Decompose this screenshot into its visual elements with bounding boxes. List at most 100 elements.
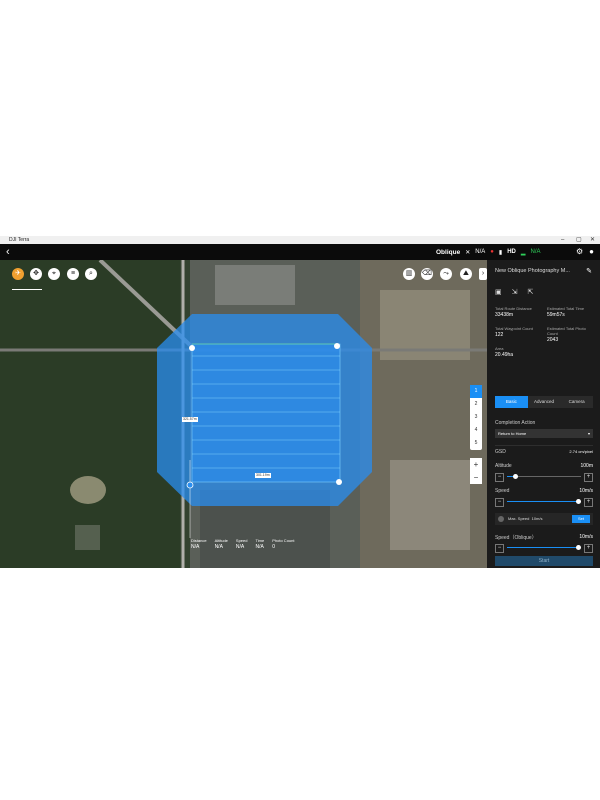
speed-label: Speed [495,488,510,494]
vertex-handle [189,345,195,351]
minimize-button[interactable]: – [561,236,564,244]
completion-action-label: Completion Action [495,420,536,426]
dimension-label-left: 321.57m [182,417,198,422]
view-option-1[interactable]: 1 [470,385,482,398]
battery-icon: ▮ [498,249,503,256]
slider-track[interactable] [507,474,581,479]
est-time-value: 59m57s [547,312,565,318]
altitude-decrease-button[interactable]: − [495,473,504,482]
window-title: DJI Terra [9,237,30,243]
photo-count-value: 2043 [547,337,559,343]
view-option-4[interactable]: 4 [470,424,482,437]
tab-basic[interactable]: Basic [495,396,528,408]
speed-increase-button[interactable]: + [584,498,593,507]
gps-value: N/A [475,249,486,255]
eraser-icon[interactable]: ⌫ [421,268,433,280]
altitude-value: 100m [580,463,593,469]
altitude-label: Altitude [495,463,512,469]
edit-icon[interactable]: ✎ [586,267,592,275]
set-button[interactable]: Set [572,515,590,523]
vertex-handle [336,479,342,485]
speed-oblique-slider[interactable]: − + [495,544,593,553]
stat-photo-count: Photo Count 0 [272,538,295,550]
gsd-row: GSD 2.74 cm/pixel [495,449,593,455]
zoom-out-button[interactable]: − [470,471,482,484]
search-icon[interactable]: ⌕ [85,268,97,280]
gsd-label: GSD [495,449,506,455]
compass-icon[interactable]: ✈ [12,268,24,280]
stat-speed: Speed N/A [235,538,248,550]
vertex-handle [186,481,194,489]
max-speed-toggle[interactable] [498,516,504,522]
trash-icon[interactable]: ▥ [403,268,415,280]
satellite-icon: ✕ [465,249,471,256]
slider-track[interactable] [507,545,582,550]
max-speed-label: Max. Speed [508,516,530,521]
max-speed-value: 10m/s [531,516,543,521]
view-option-3[interactable]: 3 [470,411,482,424]
map-view[interactable]: ✈ ✥ ⌖ ≡ ⌕ ▥ ⌫ ⤳ ⛰ › 321.57m 301.19m 1 2 … [0,260,487,568]
flight-stats: Distance N/A Altitude N/A Speed N/A Time N/A… [191,538,294,550]
altitude-increase-button[interactable]: + [584,473,593,482]
panel-actions: ▣ ⇲ ⇱ [495,288,533,296]
route-distance-label: Total Route Distance [495,306,532,311]
speed-slider[interactable]: − + [495,498,593,507]
photo-count-label: Estimated Total Photo Count [547,326,586,336]
slider-track[interactable] [507,499,582,504]
list-icon[interactable]: ≡ [67,268,79,280]
gear-icon[interactable]: ⚙ [576,247,583,256]
speed-oblique-label: Speed（Oblique） [495,535,537,541]
area-value: 20.49ha [495,352,514,358]
slider-knob[interactable] [513,474,519,479]
zoom-in-button[interactable]: + [470,458,482,471]
tab-advanced[interactable]: Advanced [528,396,561,408]
settings-tabs: Basic Advanced Camera [495,396,593,408]
save-icon[interactable]: ▣ [495,288,502,296]
est-time-label: Estimated Total Time [547,306,585,311]
maximize-button[interactable]: ▢ [576,236,582,244]
export-icon[interactable]: ⇱ [528,288,534,296]
move-icon[interactable]: ✥ [30,268,42,280]
tab-camera[interactable]: Camera [560,396,593,408]
view-option-2[interactable]: 2 [470,398,482,411]
altitude-row: Altitude 100m [495,463,593,469]
import-icon[interactable]: ⇲ [512,288,518,296]
speed-value: 10m/s [579,488,593,494]
stat-time: Time N/A [255,538,265,550]
map-canvas [0,260,487,568]
speed-decrease-button[interactable]: − [495,498,504,507]
start-button[interactable]: Start [495,556,593,566]
route-icon[interactable]: ⤳ [440,268,452,280]
speed-row: Speed 10m/s [495,488,593,494]
user-icon[interactable]: ● [589,247,594,256]
speed-oblique-decrease-button[interactable]: − [495,544,504,553]
speed-oblique-row: Speed（Oblique） 10m/s [495,534,593,541]
completion-action-value: Return to Home [498,431,527,436]
slider-knob[interactable] [576,545,582,550]
status-bar: Oblique ✕ N/A ● ▮ HD ▂ N/A [436,244,541,260]
close-button[interactable]: ✕ [590,236,595,244]
area-label: Area [495,346,504,351]
app-window: DJI Terra – ▢ ✕ ‹ Oblique ✕ N/A ● ▮ HD ▂… [0,236,600,568]
max-speed-row: Max. Speed 10m/s Set [495,513,593,525]
chevron-down-icon: ▾ [587,431,590,436]
view-option-5[interactable]: 5 [470,437,482,450]
zoom-control: + − [470,458,482,484]
back-button[interactable]: ‹ [6,246,10,258]
completion-action-select[interactable]: Return to Home ▾ [495,429,593,438]
stat-altitude: Altitude N/A [214,538,228,550]
gsd-value: 2.74 cm/pixel [569,449,593,454]
altitude-slider[interactable]: − + [495,473,593,482]
view-selector: 1 2 3 4 5 [470,385,482,450]
signal-value: N/A [530,249,541,255]
pin-icon[interactable]: ⌖ [48,268,60,280]
dimension-label-bottom: 301.19m [255,473,271,478]
top-icons: ⚙ ● [576,247,594,256]
route-distance-value: 33438m [495,312,514,318]
map-scale [12,287,42,290]
speed-oblique-increase-button[interactable]: + [584,544,593,553]
collapse-panel-icon[interactable]: › [479,268,487,280]
terrain-icon[interactable]: ⛰ [460,268,472,280]
vertex-handle [334,343,340,349]
slider-knob[interactable] [576,499,582,504]
